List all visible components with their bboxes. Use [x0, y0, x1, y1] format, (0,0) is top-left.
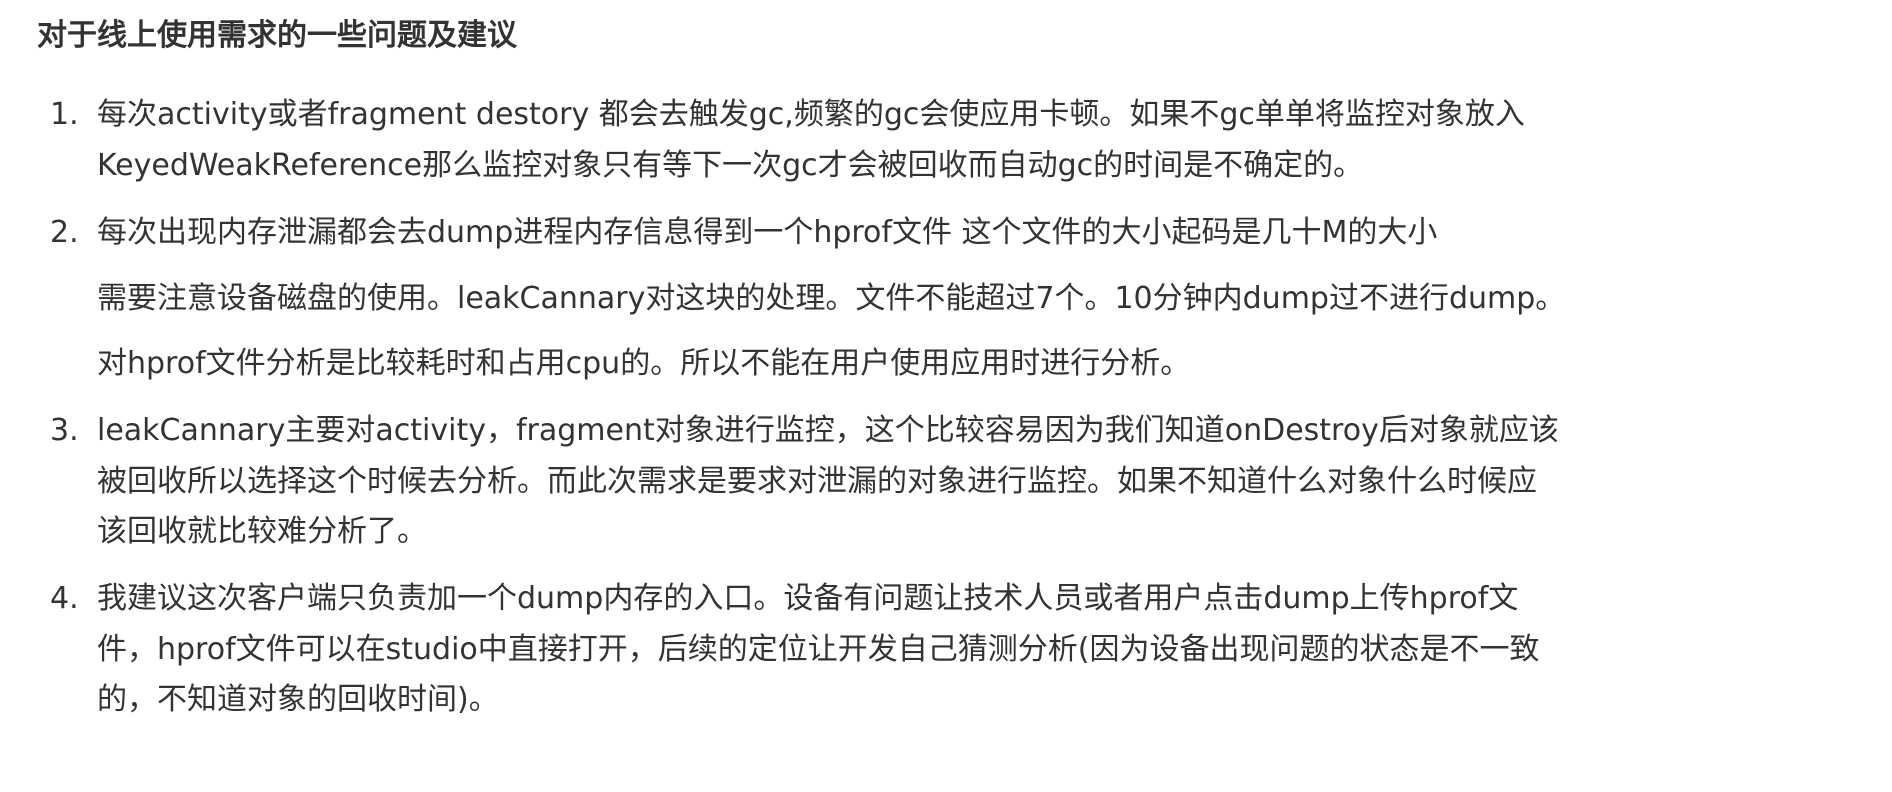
list-item-line: 我建议这次客户端只负责加一个dump内存的入口。设备有问题让技术人员或者用户点击…	[97, 581, 1519, 616]
document: 对于线上使用需求的一些问题及建议 1. 每次activity或者fragment…	[0, 0, 1892, 792]
list-item-number: 1.	[50, 97, 79, 132]
list-item-line: 每次activity或者fragment destory 都会去触发gc,频繁的…	[97, 97, 1525, 132]
list-item-line: 需要注意设备磁盘的使用。leakCannary对这块的处理。文件不能超过7个。1…	[97, 281, 1566, 316]
list-item-line: 对hprof文件分析是比较耗时和占用cpu的。所以不能在用户使用应用时进行分析。	[97, 346, 1191, 381]
list-item-number: 2.	[50, 215, 79, 250]
list-item-line: 被回收所以选择这个时候去分析。而此次需求是要求对泄漏的对象进行监控。如果不知道什…	[97, 464, 1537, 499]
list-item-number: 4.	[50, 581, 79, 616]
list-item-line: leakCannary主要对activity，fragment对象进行监控，这个…	[97, 413, 1559, 448]
page-title: 对于线上使用需求的一些问题及建议	[37, 18, 517, 53]
list-item-line: 该回收就比较难分析了。	[97, 514, 427, 549]
list-item-line: KeyedWeakReference那么监控对象只有等下一次gc才会被回收而自动…	[97, 148, 1364, 183]
list-item-line: 的，不知道对象的回收时间)。	[97, 682, 499, 717]
list-item-line: 每次出现内存泄漏都会去dump进程内存信息得到一个hprof文件 这个文件的大小…	[97, 215, 1438, 250]
list-item-line: 件，hprof文件可以在studio中直接打开，后续的定位让开发自己猜测分析(因…	[97, 632, 1540, 667]
list-item-number: 3.	[50, 413, 79, 448]
